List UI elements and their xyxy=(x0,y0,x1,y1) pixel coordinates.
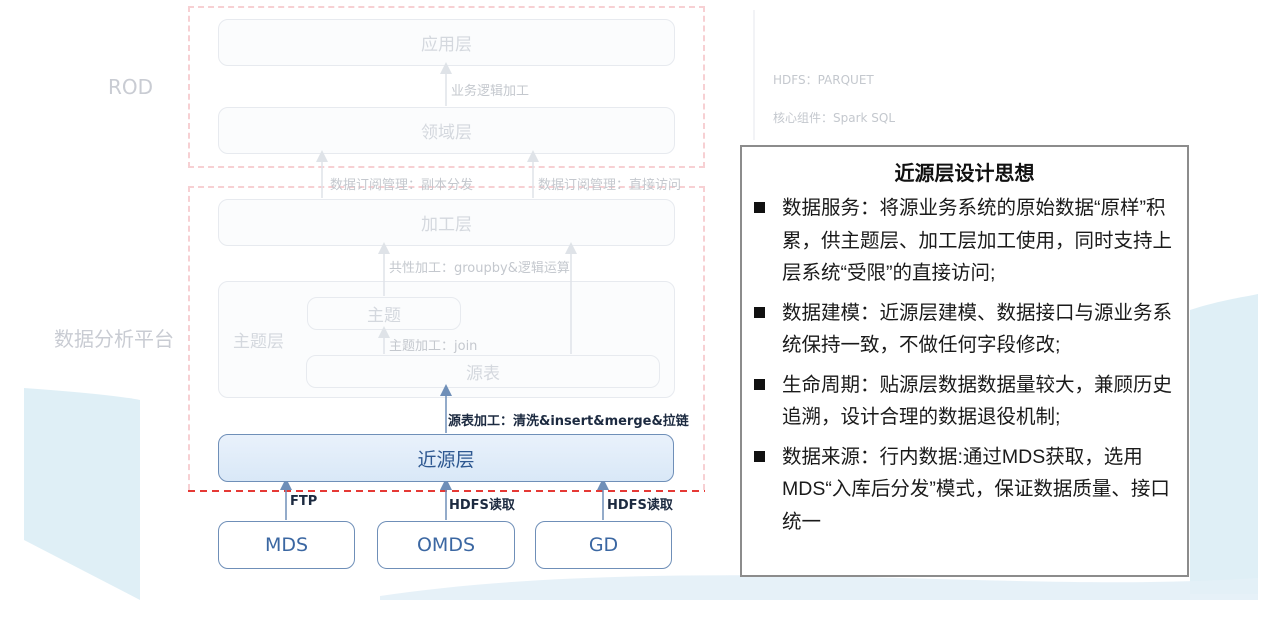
bullet-square-icon xyxy=(754,202,765,213)
panel-item-text: 数据来源：行内数据:通过MDS获取，选用MDS“入库后分发”模式，保证数据质量、… xyxy=(782,445,1170,533)
hdfs-read-label-gd: HDFS读取 xyxy=(607,498,673,513)
panel-item-data-source: 数据来源：行内数据:通过MDS获取，选用MDS“入库后分发”模式，保证数据质量、… xyxy=(742,441,1187,539)
design-principles-panel: 近源层设计思想 数据服务：将源业务系统的原始数据“原样”积累，供主题层、加工层加… xyxy=(740,145,1189,577)
hdfs-read-label-omds: HDFS读取 xyxy=(449,498,515,513)
panel-item-text: 数据服务：将源业务系统的原始数据“原样”积累，供主题层、加工层加工使用，同时支持… xyxy=(782,197,1173,284)
panel-item-lifecycle: 生命周期：贴源层数据数据量较大，兼顾历史追溯，设计合理的数据退役机制; xyxy=(742,369,1187,434)
panel-title: 近源层设计思想 xyxy=(894,163,1035,185)
panel-item-data-modeling: 数据建模：近源层建模、数据接口与源业务系统保持一致，不做任何字段修改; xyxy=(742,297,1187,362)
source-processing-label: 源表加工：清洗&insert&merge&拉链 xyxy=(448,414,689,429)
source-gd: GD xyxy=(535,521,672,569)
bullet-square-icon xyxy=(754,450,765,462)
near-source-layer: 近源层 xyxy=(218,434,674,482)
panel-item-text: 生命周期：贴源层数据数据量较大，兼顾历史追溯，设计合理的数据退役机制; xyxy=(782,373,1173,429)
bullet-square-icon xyxy=(754,378,765,390)
panel-item-text: 数据建模：近源层建模、数据接口与源业务系统保持一致，不做任何字段修改; xyxy=(782,301,1173,357)
source-mds: MDS xyxy=(218,521,355,569)
source-omds: OMDS xyxy=(377,521,515,569)
bullet-square-icon xyxy=(754,306,765,318)
panel-item-data-service: 数据服务：将源业务系统的原始数据“原样”积累，供主题层、加工层加工使用，同时支持… xyxy=(742,192,1187,290)
ftp-label: FTP xyxy=(290,494,318,509)
